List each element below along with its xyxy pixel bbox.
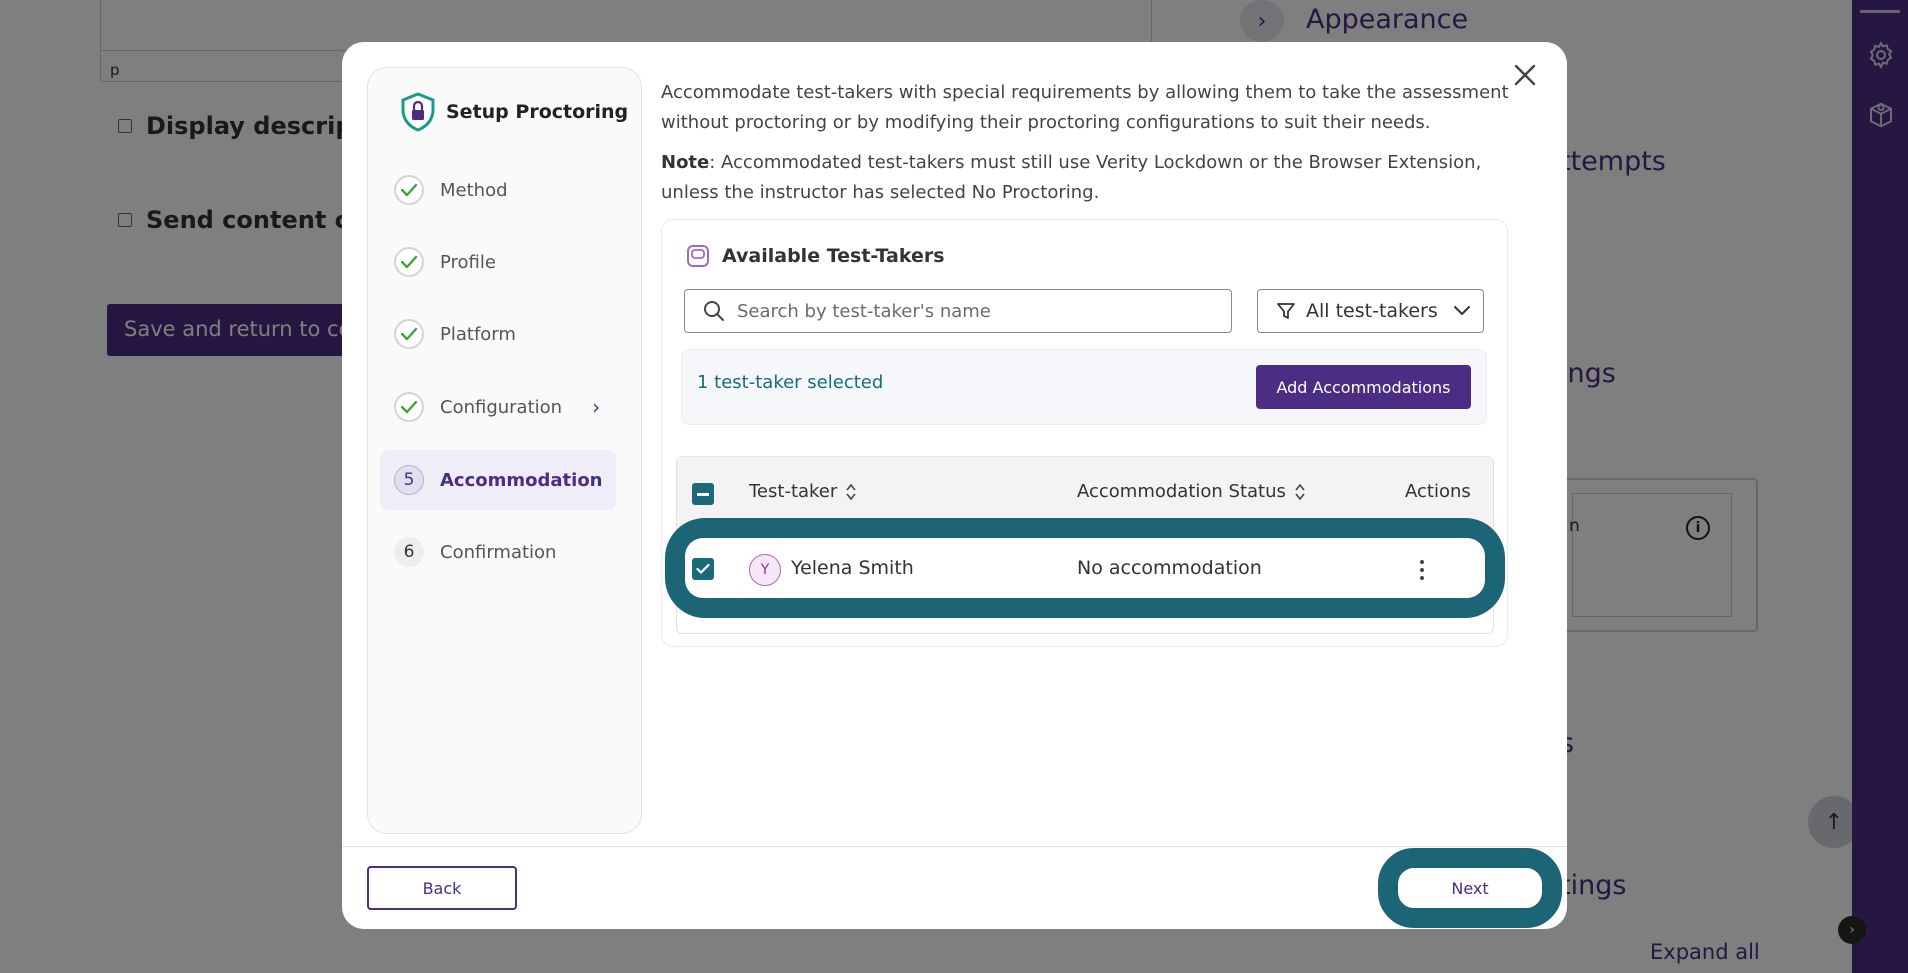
column-header-label: Test-taker (749, 481, 838, 502)
step-label: Accommodation (440, 469, 603, 491)
add-accommodations-button[interactable]: Add Accommodations (1256, 365, 1471, 409)
test-taker-name: Yelena Smith (791, 557, 914, 579)
column-header-label: Actions (1405, 481, 1471, 502)
next-button[interactable]: Next (1398, 868, 1542, 908)
select-all-checkbox[interactable] (692, 483, 714, 505)
step-number: 6 (394, 537, 424, 567)
check-icon (394, 247, 424, 277)
filter-icon (1277, 303, 1295, 319)
step-label: Confirmation (440, 541, 557, 563)
panel-title: Available Test-Takers (686, 244, 945, 268)
step-profile[interactable]: Profile (380, 232, 616, 292)
step-label: Configuration (440, 396, 563, 418)
avatar: Y (749, 554, 781, 586)
accommodation-intro: Accommodate test-takers with special req… (661, 82, 1509, 133)
step-method[interactable]: Method (380, 160, 616, 220)
accommodation-status: No accommodation (1077, 557, 1262, 579)
accommodation-note: Note: Accommodated test-takers must stil… (661, 148, 1513, 208)
check-icon (394, 319, 424, 349)
test-taker-search[interactable] (684, 289, 1232, 333)
column-header-status[interactable]: Accommodation Status (1077, 481, 1306, 502)
step-label: Profile (440, 251, 496, 273)
step-label: Method (440, 179, 508, 201)
selection-count: 1 test-taker selected (697, 372, 884, 393)
row-checkbox[interactable] (692, 558, 714, 580)
row-actions-menu-icon[interactable] (1410, 553, 1434, 587)
column-header-actions: Actions (1405, 481, 1471, 502)
column-header-label: Accommodation Status (1077, 481, 1286, 502)
column-header-test-taker[interactable]: Test-taker (749, 481, 857, 502)
test-taker-filter-dropdown[interactable]: All test-takers (1257, 289, 1484, 333)
stepper-title: Setup Proctoring (400, 92, 628, 132)
sort-icon (846, 483, 856, 500)
chevron-right-icon[interactable]: › (592, 395, 600, 419)
back-button[interactable]: Back (367, 866, 517, 910)
step-configuration[interactable]: Configuration › (380, 377, 616, 437)
sort-icon (1295, 483, 1305, 500)
step-accommodation[interactable]: 5 Accommodation (380, 450, 616, 510)
chevron-down-icon (1454, 306, 1470, 316)
search-icon (704, 301, 724, 321)
search-input[interactable] (737, 300, 1197, 322)
users-list-icon (687, 245, 709, 267)
shield-lock-icon (401, 92, 435, 132)
step-platform[interactable]: Platform (380, 304, 616, 364)
stepper-title-text: Setup Proctoring (446, 101, 629, 123)
note-text: : Accommodated test-takers must still us… (661, 152, 1482, 203)
note-label: Note (661, 152, 710, 173)
modal-footer-divider (342, 846, 1567, 847)
step-label: Platform (440, 323, 516, 345)
step-number: 5 (394, 465, 424, 495)
check-icon (394, 392, 424, 422)
filter-value: All test-takers (1306, 300, 1438, 322)
step-confirmation[interactable]: 6 Confirmation (380, 522, 616, 582)
panel-title-text: Available Test-Takers (722, 245, 945, 267)
check-icon (394, 175, 424, 205)
close-icon[interactable] (1510, 60, 1540, 90)
